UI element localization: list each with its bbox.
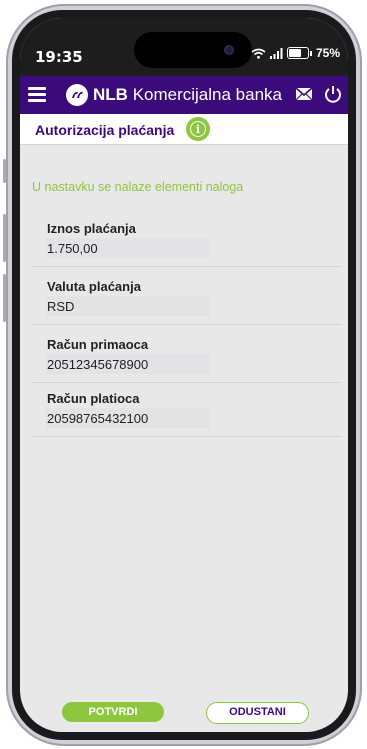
- volume-down-button: [3, 274, 6, 322]
- camera-icon: [224, 45, 234, 55]
- brand-name-bold: NLB: [93, 85, 128, 104]
- field-value: RSD: [47, 299, 75, 314]
- field-label: Iznos plaćanja: [47, 221, 136, 236]
- field-payer-account: Račun platioca 20598765432100: [32, 382, 342, 437]
- wifi-icon: [251, 48, 266, 59]
- field-label: Valuta plaćanja: [47, 279, 141, 294]
- battery-tip: [309, 50, 312, 56]
- status-time: 19:35: [35, 48, 83, 66]
- field-value: 20512345678900: [47, 357, 149, 372]
- brand-name-rest: Komercijalna banka: [132, 85, 282, 104]
- volume-up-button: [3, 214, 6, 262]
- status-icons: 75%: [251, 46, 340, 60]
- phone-screen: 19:35 75% NLB Komercijalna banka Autoriz…: [20, 18, 348, 732]
- battery-percentage: 75%: [315, 46, 340, 60]
- page-title: Autorizacija plaćanja: [35, 122, 175, 138]
- field-value: 20598765432100: [47, 411, 149, 426]
- page-title-bar: Autorizacija plaćanja i: [20, 114, 348, 145]
- confirm-button[interactable]: POTVRDI: [62, 702, 164, 722]
- dynamic-island: [134, 32, 252, 68]
- field-currency: Valuta plaćanja RSD: [32, 270, 342, 325]
- side-button: [3, 159, 6, 183]
- cancel-button[interactable]: ODUSTANI: [206, 702, 309, 724]
- brand-logo: NLB Komercijalna banka: [66, 84, 282, 106]
- field-label: Račun primaoca: [47, 337, 149, 352]
- field-value: 1.750,00: [47, 241, 98, 256]
- battery-icon: [286, 47, 309, 59]
- power-icon[interactable]: [323, 84, 343, 104]
- status-bar: 19:35 75%: [20, 18, 348, 76]
- field-label: Račun platioca: [47, 391, 140, 406]
- mail-icon[interactable]: [295, 87, 313, 101]
- app-header: NLB Komercijalna banka: [20, 76, 348, 114]
- logo-icon: [66, 84, 88, 106]
- action-bar: POTVRDI ODUSTANI: [20, 698, 348, 732]
- info-icon[interactable]: i: [186, 117, 210, 141]
- info-glyph: i: [190, 121, 206, 137]
- menu-icon[interactable]: [28, 84, 46, 104]
- signal-icon: [269, 47, 283, 59]
- field-recipient-account: Račun primaoca 20512345678900: [32, 328, 342, 383]
- field-amount: Iznos plaćanja 1.750,00: [32, 212, 342, 267]
- brand-name: NLB Komercijalna banka: [93, 85, 282, 105]
- intro-text: U nastavku se nalaze elementi naloga: [32, 180, 244, 194]
